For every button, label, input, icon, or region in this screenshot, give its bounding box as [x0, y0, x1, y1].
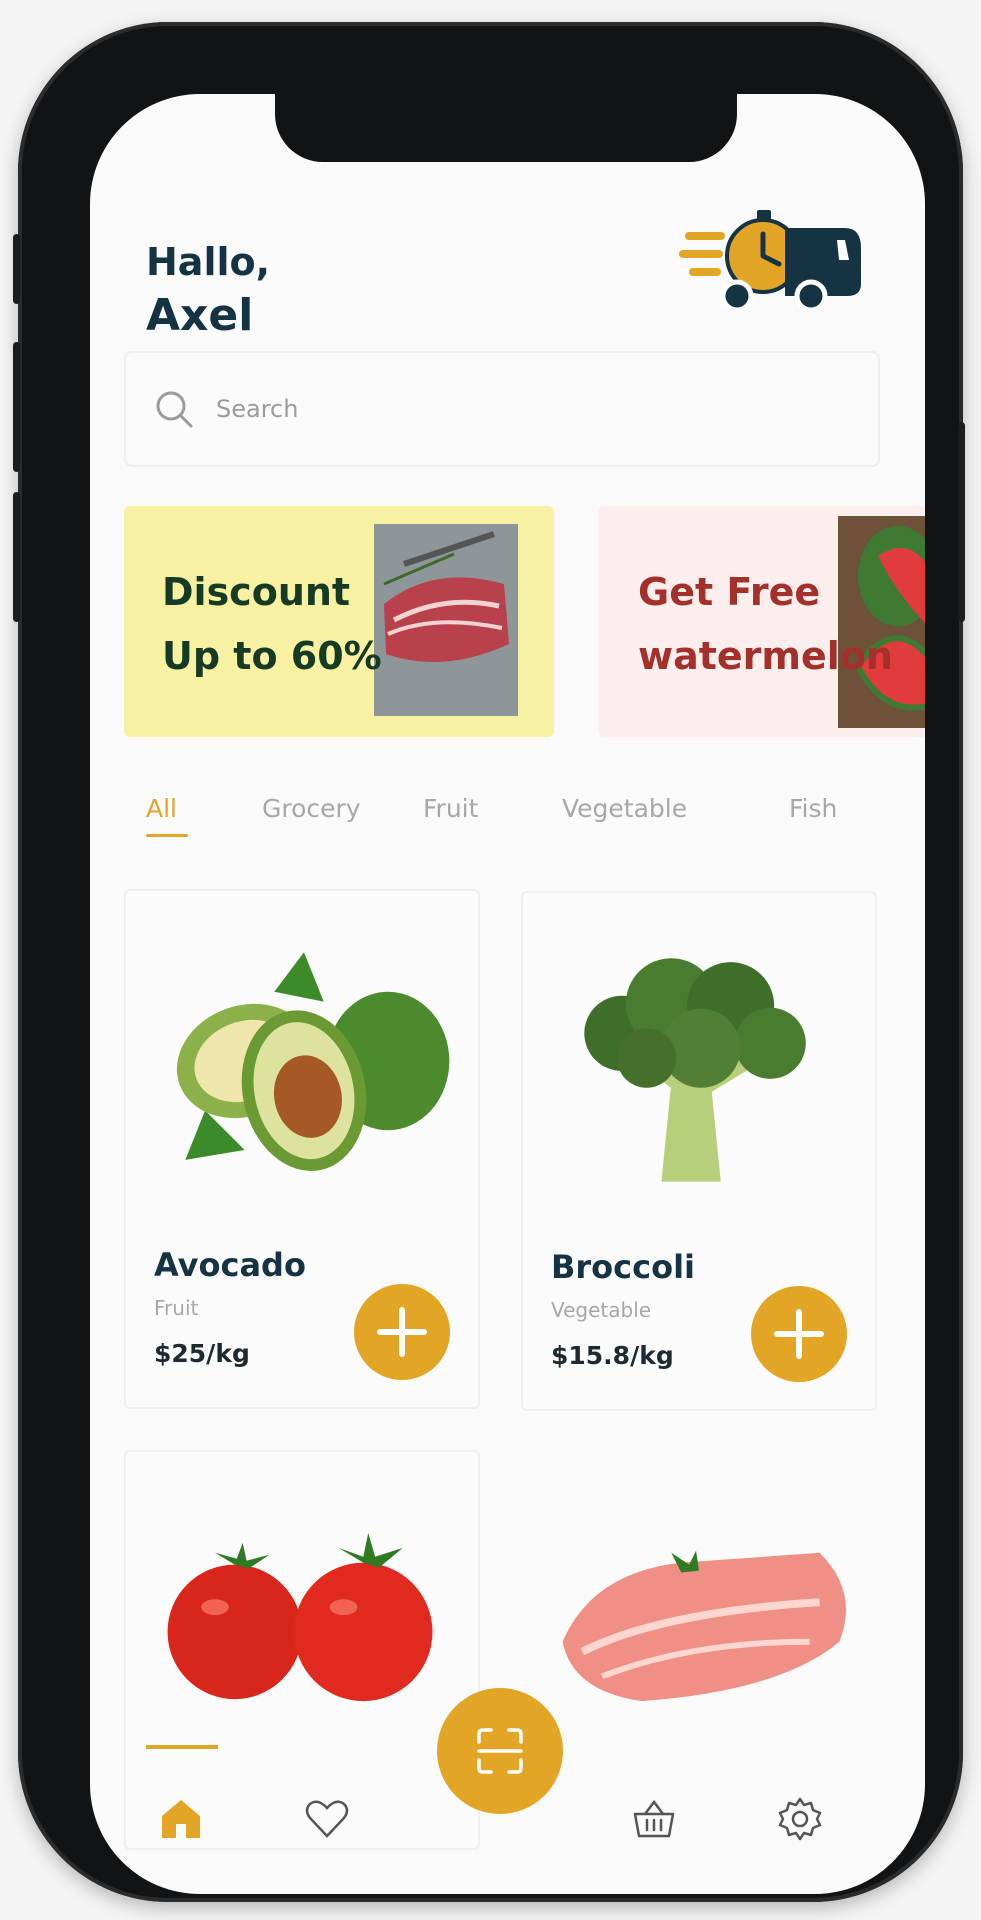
active-nav-indicator: [146, 1745, 218, 1749]
scan-button[interactable]: [437, 1688, 563, 1814]
product-card-avocado[interactable]: Avocado Fruit $25/kg: [124, 889, 480, 1409]
product-price: $15.8/kg: [551, 1341, 674, 1370]
greeting-user-name: Axel: [146, 290, 254, 341]
plus-icon: [774, 1309, 824, 1359]
nav-settings[interactable]: [775, 1794, 825, 1844]
product-category: Fruit: [154, 1296, 199, 1320]
home-icon: [162, 1800, 200, 1838]
nav-favorites[interactable]: [302, 1794, 352, 1844]
active-tab-indicator: [146, 834, 188, 837]
power-button: [958, 422, 965, 622]
banner-title: Get Free: [638, 570, 821, 614]
greeting-line-1: Hallo,: [146, 240, 271, 284]
promo-banner-watermelon[interactable]: Get Free watermelon: [598, 506, 925, 737]
discount-banner-text: Discount Up to 60%: [162, 560, 382, 688]
tab-vegetable[interactable]: Vegetable: [562, 794, 687, 823]
nav-home[interactable]: [156, 1794, 206, 1844]
category-tabs: All Grocery Fruit Vegetable Fish: [146, 794, 906, 854]
basket-icon: [633, 1799, 675, 1838]
add-to-cart-button[interactable]: [354, 1284, 450, 1380]
heart-icon: [305, 1800, 349, 1838]
search-input[interactable]: Search: [216, 395, 298, 423]
tab-fish[interactable]: Fish: [789, 794, 837, 823]
tab-fruit[interactable]: Fruit: [423, 794, 478, 823]
product-card-tomatoes[interactable]: [124, 1450, 480, 1850]
mute-switch: [13, 234, 20, 304]
volume-down-button: [13, 492, 20, 622]
plus-icon: [377, 1307, 427, 1357]
app-screen: Hallo, Axel Search Discount Up to 60% Ge…: [90, 94, 925, 1894]
promo-banner-discount[interactable]: Discount Up to 60%: [124, 506, 554, 737]
notch: [275, 94, 737, 162]
search-bar[interactable]: Search: [124, 351, 880, 467]
nav-basket[interactable]: [629, 1794, 679, 1844]
product-category: Vegetable: [551, 1298, 652, 1322]
avocado-image: [176, 952, 450, 1171]
gear-icon: [778, 1797, 822, 1841]
banner-title: Discount: [162, 570, 351, 614]
product-name: Avocado: [154, 1246, 306, 1284]
meat-photo: [374, 524, 518, 716]
delivery-truck-logo[interactable]: [675, 204, 875, 324]
product-card-broccoli[interactable]: Broccoli Vegetable $15.8/kg: [521, 891, 877, 1411]
tomatoes-image: [167, 1533, 433, 1702]
product-price: $25/kg: [154, 1339, 250, 1368]
scan-icon: [477, 1728, 523, 1774]
banner-subtitle: Up to 60%: [162, 634, 382, 678]
product-name: Broccoli: [551, 1248, 696, 1286]
broccoli-image: [584, 958, 806, 1182]
phone-frame: Hallo, Axel Search Discount Up to 60% Ge…: [13, 22, 965, 1902]
product-card-meat[interactable]: [521, 1450, 877, 1850]
greeting: Hallo, Axel: [146, 236, 270, 344]
raw-meat-image: [562, 1550, 846, 1702]
search-icon: [156, 391, 193, 428]
volume-up-button: [13, 342, 20, 472]
add-to-cart-button[interactable]: [751, 1286, 847, 1382]
watermelon-banner-text: Get Free watermelon: [638, 560, 893, 688]
tab-grocery[interactable]: Grocery: [262, 794, 361, 823]
banner-subtitle: watermelon: [638, 634, 893, 678]
tab-all[interactable]: All: [146, 794, 177, 823]
